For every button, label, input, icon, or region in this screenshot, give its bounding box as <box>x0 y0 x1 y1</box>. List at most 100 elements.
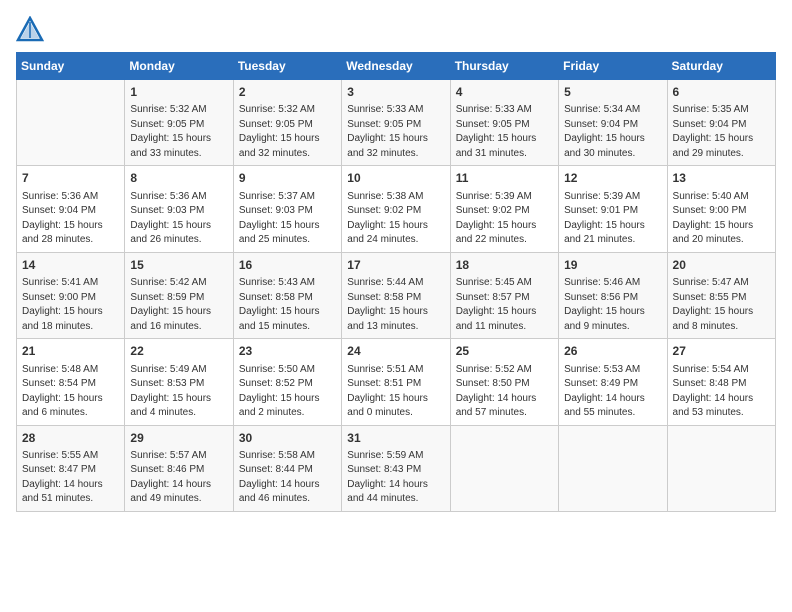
day-info: and 22 minutes. <box>456 233 553 248</box>
calendar-cell: 31 Sunrise: 5:59 AMSunset: 8:43 PMDayligh… <box>342 425 450 511</box>
calendar-cell: 13Sunrise: 5:40 AMSunset: 9:00 PMDayligh… <box>667 166 775 252</box>
day-info: and 4 minutes. <box>130 406 227 421</box>
day-number: 16 <box>239 257 336 274</box>
day-number: 3 <box>347 84 444 101</box>
header-sunday: Sunday <box>17 53 125 80</box>
day-info: Daylight: 15 hours <box>564 219 661 234</box>
day-info: and 33 minutes. <box>130 147 227 162</box>
calendar-cell: 4Sunrise: 5:33 AMSunset: 9:05 PMDaylight… <box>450 80 558 166</box>
day-number: 11 <box>456 170 553 187</box>
calendar-cell: 20Sunrise: 5:47 AMSunset: 8:55 PMDayligh… <box>667 252 775 338</box>
day-number: 13 <box>673 170 770 187</box>
day-info: Daylight: 14 hours <box>673 392 770 407</box>
day-info: Sunrise: 5:55 AM <box>22 449 119 464</box>
calendar-cell <box>450 425 558 511</box>
calendar-cell: 3Sunrise: 5:33 AMSunset: 9:05 PMDaylight… <box>342 80 450 166</box>
day-info: Daylight: 15 hours <box>347 305 444 320</box>
day-info: and 0 minutes. <box>347 406 444 421</box>
calendar-cell: 18Sunrise: 5:45 AMSunset: 8:57 PMDayligh… <box>450 252 558 338</box>
logo <box>16 16 48 44</box>
day-info: and 30 minutes. <box>564 147 661 162</box>
day-info: Sunset: 9:04 PM <box>564 118 661 133</box>
day-info: Daylight: 15 hours <box>673 132 770 147</box>
day-info: Sunset: 8:50 PM <box>456 377 553 392</box>
day-info: Sunrise: 5:50 AM <box>239 363 336 378</box>
calendar-cell <box>17 80 125 166</box>
day-info: and 9 minutes. <box>564 320 661 335</box>
day-info: and 44 minutes. <box>347 492 444 507</box>
day-info: Daylight: 15 hours <box>130 305 227 320</box>
day-number: 9 <box>239 170 336 187</box>
day-info: Sunset: 8:51 PM <box>347 377 444 392</box>
calendar-week-row: 1Sunrise: 5:32 AMSunset: 9:05 PMDaylight… <box>17 80 776 166</box>
day-info: Sunrise: 5:35 AM <box>673 103 770 118</box>
header-saturday: Saturday <box>667 53 775 80</box>
day-number: 27 <box>673 343 770 360</box>
calendar-cell: 22Sunrise: 5:49 AMSunset: 8:53 PMDayligh… <box>125 339 233 425</box>
day-info: Sunset: 8:43 PM <box>347 463 444 478</box>
day-info: and 8 minutes. <box>673 320 770 335</box>
day-info: Daylight: 15 hours <box>22 305 119 320</box>
day-info: Sunrise: 5:59 AM <box>347 449 444 464</box>
calendar-cell: 26Sunrise: 5:53 AMSunset: 8:49 PMDayligh… <box>559 339 667 425</box>
day-info: and 20 minutes. <box>673 233 770 248</box>
day-number: 4 <box>456 84 553 101</box>
day-info: Daylight: 15 hours <box>130 132 227 147</box>
day-info: Sunrise: 5:32 AM <box>130 103 227 118</box>
day-number: 24 <box>347 343 444 360</box>
day-info: Daylight: 15 hours <box>130 219 227 234</box>
day-info: and 53 minutes. <box>673 406 770 421</box>
day-number: 10 <box>347 170 444 187</box>
day-info: Daylight: 15 hours <box>456 219 553 234</box>
header-wednesday: Wednesday <box>342 53 450 80</box>
day-info: Sunrise: 5:34 AM <box>564 103 661 118</box>
day-number: 1 <box>130 84 227 101</box>
day-number: 2 <box>239 84 336 101</box>
day-info: Sunrise: 5:41 AM <box>22 276 119 291</box>
day-info: Daylight: 14 hours <box>456 392 553 407</box>
calendar-cell: 19Sunrise: 5:46 AMSunset: 8:56 PMDayligh… <box>559 252 667 338</box>
page-header <box>16 16 776 44</box>
day-info: Daylight: 14 hours <box>347 478 444 493</box>
day-info: and 15 minutes. <box>239 320 336 335</box>
header-thursday: Thursday <box>450 53 558 80</box>
day-info: Daylight: 15 hours <box>22 219 119 234</box>
day-info: Sunrise: 5:49 AM <box>130 363 227 378</box>
calendar-week-row: 28Sunrise: 5:55 AMSunset: 8:47 PMDayligh… <box>17 425 776 511</box>
day-number: 6 <box>673 84 770 101</box>
calendar-cell: 9Sunrise: 5:37 AMSunset: 9:03 PMDaylight… <box>233 166 341 252</box>
day-info: Daylight: 15 hours <box>347 132 444 147</box>
calendar-cell: 21Sunrise: 5:48 AMSunset: 8:54 PMDayligh… <box>17 339 125 425</box>
day-info: Sunset: 9:04 PM <box>22 204 119 219</box>
day-info: and 16 minutes. <box>130 320 227 335</box>
day-number: 30 <box>239 430 336 447</box>
day-info: Sunset: 8:52 PM <box>239 377 336 392</box>
day-info: and 26 minutes. <box>130 233 227 248</box>
day-number: 20 <box>673 257 770 274</box>
day-info: Sunset: 8:58 PM <box>347 291 444 306</box>
day-info: Sunrise: 5:48 AM <box>22 363 119 378</box>
day-number: 23 <box>239 343 336 360</box>
day-info: Sunset: 9:05 PM <box>239 118 336 133</box>
day-number: 15 <box>130 257 227 274</box>
day-info: Sunrise: 5:32 AM <box>239 103 336 118</box>
day-info: Sunset: 8:48 PM <box>673 377 770 392</box>
day-number: 19 <box>564 257 661 274</box>
day-info: Sunrise: 5:53 AM <box>564 363 661 378</box>
calendar-cell: 14Sunrise: 5:41 AMSunset: 9:00 PMDayligh… <box>17 252 125 338</box>
day-info: Daylight: 15 hours <box>22 392 119 407</box>
day-info: and 46 minutes. <box>239 492 336 507</box>
day-info: Sunset: 8:54 PM <box>22 377 119 392</box>
day-info: Sunset: 8:53 PM <box>130 377 227 392</box>
day-number: 31 <box>347 430 444 447</box>
day-info: and 13 minutes. <box>347 320 444 335</box>
day-number: 28 <box>22 430 119 447</box>
day-info: Sunrise: 5:57 AM <box>130 449 227 464</box>
day-number: 5 <box>564 84 661 101</box>
day-info: Daylight: 15 hours <box>239 219 336 234</box>
day-info: Sunrise: 5:40 AM <box>673 190 770 205</box>
calendar-cell: 8Sunrise: 5:36 AMSunset: 9:03 PMDaylight… <box>125 166 233 252</box>
calendar-cell: 23Sunrise: 5:50 AMSunset: 8:52 PMDayligh… <box>233 339 341 425</box>
calendar-header-row: SundayMondayTuesdayWednesdayThursdayFrid… <box>17 53 776 80</box>
day-info: and 21 minutes. <box>564 233 661 248</box>
